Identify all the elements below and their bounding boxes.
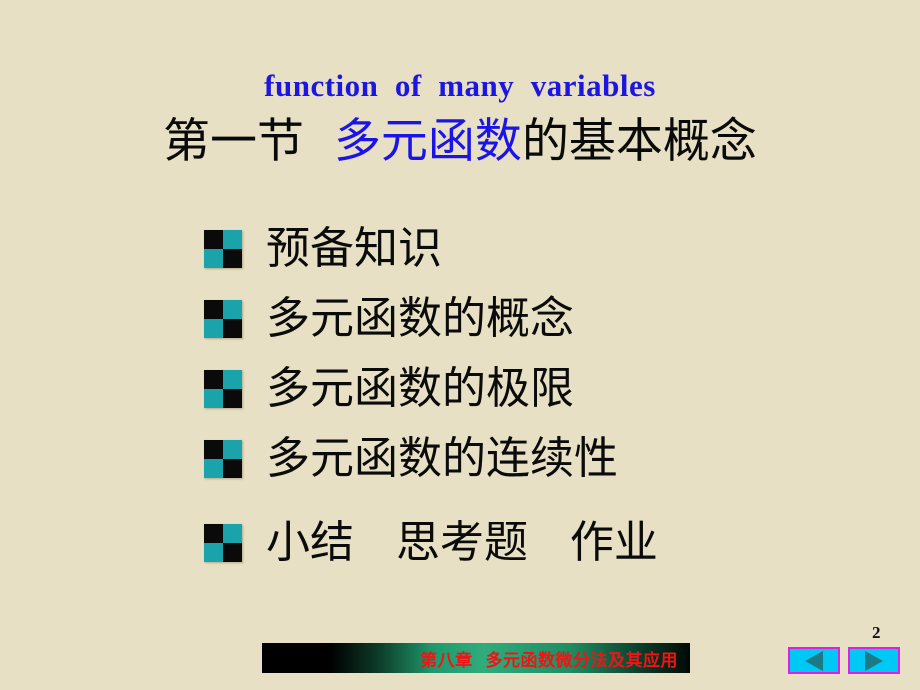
slide-canvas: function of many variables 第一节 多元函数的基本概念…: [0, 0, 920, 690]
slide-title-english: function of many variables: [264, 68, 656, 103]
checkerboard-bullet-icon: [204, 370, 242, 408]
checkerboard-bullet-icon: [204, 300, 242, 338]
list-item-label: 预备知识: [266, 223, 442, 274]
next-slide-button[interactable]: [848, 647, 900, 674]
agenda-list: 预备知识 多元函数的概念 多元函数的极限 多元函数的连续性 小结 思考题 作业: [204, 218, 844, 582]
list-item-label: 多元函数的连续性: [266, 433, 618, 484]
slide-title-chinese-suffix: 的基本概念: [521, 114, 757, 169]
list-item-label: 小结 思考题 作业: [266, 517, 658, 568]
triangle-left-icon: [805, 650, 823, 671]
list-item[interactable]: 预备知识: [204, 218, 844, 280]
page-number: 2: [872, 623, 881, 642]
slide-title-chinese-highlight: 多元函数: [333, 114, 522, 169]
triangle-right-icon: [865, 650, 883, 671]
checkerboard-bullet-icon: [204, 230, 242, 268]
list-item[interactable]: 小结 思考题 作业: [204, 512, 844, 574]
list-item[interactable]: 多元函数的极限: [204, 358, 844, 420]
chapter-footer-label: 第八章 多元函数微分法及其应用: [420, 650, 678, 671]
slide-title-chinese: 第一节 多元函数的基本概念: [0, 112, 920, 172]
list-item-label: 多元函数的概念: [266, 293, 574, 344]
previous-slide-button[interactable]: [788, 647, 840, 674]
chapter-footer-bar: 第八章 多元函数微分法及其应用: [262, 643, 690, 673]
list-item-label: 多元函数的极限: [266, 363, 574, 414]
checkerboard-bullet-icon: [204, 524, 242, 562]
list-item[interactable]: 多元函数的概念: [204, 288, 844, 350]
list-item[interactable]: 多元函数的连续性: [204, 428, 844, 490]
slide-title-chinese-prefix: 第一节: [163, 114, 334, 169]
checkerboard-bullet-icon: [204, 440, 242, 478]
